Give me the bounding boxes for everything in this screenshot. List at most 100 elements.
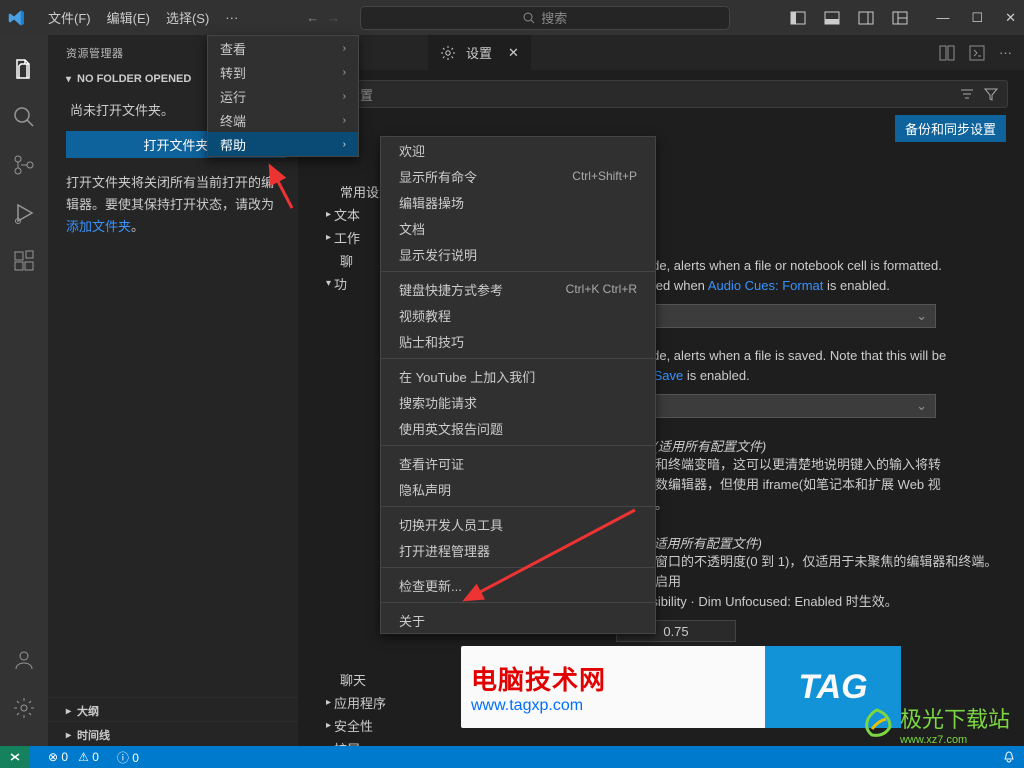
toggle-sidebar-right-icon[interactable] [858,10,874,26]
nav-back-icon[interactable]: ← [306,10,319,25]
help-process[interactable]: 打开进程管理器 [381,537,655,563]
command-center[interactable]: 搜索 [360,6,730,30]
source-control-icon[interactable] [12,153,36,177]
toggle-sidebar-left-icon[interactable] [790,10,806,26]
status-bar: ⊗ 0 ⚠ 0 ⓘ 0 [0,746,1024,768]
setting-dim-enabled: abled (适用所有配置文件) 编辑器和终端变暗，这可以更清楚地说明键入的输入… [616,436,1000,515]
accounts-icon[interactable] [12,648,36,672]
nav-item-chat[interactable]: 聊天 [326,668,416,691]
settings-search-input[interactable]: 设置 [338,80,1008,108]
setting-dim-opacity: acity (适用所有配置文件) 非活动窗口的不透明度(0 到 1)，仅适用于未… [616,533,1000,642]
open-json-icon[interactable] [969,45,985,61]
status-ports[interactable]: ⓘ 0 [117,749,139,766]
help-about[interactable]: 关于 [381,607,655,633]
toggle-panel-icon[interactable] [824,10,840,26]
help-submenu: 欢迎 显示所有命令Ctrl+Shift+P 编辑器操场 文档 显示发行说明 键盘… [380,136,656,634]
timeline-section[interactable]: ▸时间线 [48,721,298,748]
nav-arrows: ← → [306,10,340,25]
settings-gear-icon[interactable] [12,696,36,720]
ports-icon: ⓘ [117,751,129,765]
status-problems[interactable]: ⊗ 0 ⚠ 0 [48,750,99,764]
search-icon [523,12,535,24]
split-editor-icon[interactable] [939,45,955,61]
backup-sync-button[interactable]: 备份和同步设置 [895,115,1006,142]
setting-select[interactable]: ⌄ [616,394,936,418]
settings-tab-icon [440,45,456,61]
tab-right-controls: ··· [939,45,1024,61]
jg-logo-icon [860,707,894,741]
help-privacy[interactable]: 隐私声明 [381,476,655,502]
help-show-commands[interactable]: 显示所有命令Ctrl+Shift+P [381,163,655,189]
help-youtube[interactable]: 在 YouTube 上加入我们 [381,363,655,389]
status-notifications[interactable] [1002,750,1016,764]
customize-layout-icon[interactable] [892,10,908,26]
watermark: 电脑技术网 www.tagxp.com TAG [461,646,901,728]
clear-search-icon[interactable] [959,86,975,102]
setting-desc: ler mode, alerts when a file or notebook… [616,258,942,273]
explorer-icon[interactable] [12,57,36,81]
help-release-notes[interactable]: 显示发行说明 [381,241,655,267]
help-feature-request[interactable]: 搜索功能请求 [381,389,655,415]
menu-terminal[interactable]: 终端› [208,108,358,132]
help-welcome[interactable]: 欢迎 [381,137,655,163]
menu-view[interactable]: 查看› [208,36,358,60]
tab-settings-label: 设置 [466,43,492,62]
setting-select[interactable]: ⌄ [616,304,936,328]
help-docs[interactable]: 文档 [381,215,655,241]
maximize-icon[interactable]: ☐ [971,10,983,26]
watermark-title: 电脑技术网 [471,660,755,697]
menu-select[interactable]: 选择(S) [158,4,217,31]
menu-file[interactable]: 文件(F) [40,4,99,31]
timeline-label: 时间线 [77,727,110,743]
menu-goto[interactable]: 转到› [208,60,358,84]
bell-icon [1002,750,1016,764]
tab-bar: 设置 ✕ ··· [298,35,1024,70]
add-folder-link[interactable]: 添加文件夹 [66,219,131,234]
window-controls: ― ☐ ✕ [936,10,1016,26]
overflow-menu: 查看› 转到› 运行› 终端› 帮助› [207,35,359,157]
chevron-down-icon: ▾ [66,74,71,85]
nav-item-app[interactable]: ▸ 应用程序 [326,691,416,714]
outline-section[interactable]: ▸ 大纲 [48,697,298,724]
audio-cues-format-link[interactable]: Audio Cues: Format [708,278,824,293]
help-check-update[interactable]: 检查更新... [381,572,655,598]
outline-label: 大纲 [77,703,99,719]
watermark-url: www.tagxp.com [471,697,755,715]
more-actions-icon[interactable]: ··· [999,45,1012,61]
help-report-issue[interactable]: 使用英文报告问题 [381,415,655,441]
help-license[interactable]: 查看许可证 [381,450,655,476]
tab-settings[interactable]: 设置 ✕ [428,35,531,70]
chevron-down-icon: ⌄ [916,308,927,324]
help-keyboard-ref[interactable]: 键盘快捷方式参考Ctrl+K Ctrl+R [381,276,655,302]
jg-watermark: 极光下载站 www.xz7.com [860,702,1010,746]
menu-help[interactable]: 帮助› [208,132,358,156]
hint-text-end: 。 [131,219,144,234]
title-bar: 文件(F) 编辑(E) 选择(S) ··· ← → 搜索 ― ☐ ✕ [0,0,1024,35]
open-folder-hint: 打开文件夹将关闭所有当前打开的编辑器。要使其保持打开状态，请改为 添加文件夹。 [66,172,286,238]
menu-edit[interactable]: 编辑(E) [99,4,158,31]
help-devtools[interactable]: 切换开发人员工具 [381,511,655,537]
remote-indicator[interactable] [0,746,30,768]
search-activity-icon[interactable] [12,105,36,129]
run-debug-icon[interactable] [12,201,36,225]
minimize-icon[interactable]: ― [936,10,949,26]
search-placeholder: 搜索 [541,8,567,27]
error-icon: ⊗ [48,750,58,764]
filter-icon[interactable] [983,86,999,102]
chevron-right-icon: ▸ [66,706,71,717]
jg-text: 极光下载站 [900,702,1010,734]
help-tips[interactable]: 贴士和技巧 [381,328,655,354]
help-video[interactable]: 视频教程 [381,302,655,328]
nav-item-security[interactable]: ▸ 安全性 [326,714,416,737]
nav-fwd-icon[interactable]: → [327,10,340,25]
jg-url: www.xz7.com [900,734,1010,746]
extensions-icon[interactable] [12,249,36,273]
tab-close-icon[interactable]: ✕ [508,45,519,61]
menu-run[interactable]: 运行› [208,84,358,108]
layout-controls [790,10,908,26]
menu-more[interactable]: ··· [217,6,246,29]
remote-icon [8,750,22,764]
help-playground[interactable]: 编辑器操场 [381,189,655,215]
close-icon[interactable]: ✕ [1005,10,1016,26]
chevron-down-icon: ⌄ [916,398,927,414]
